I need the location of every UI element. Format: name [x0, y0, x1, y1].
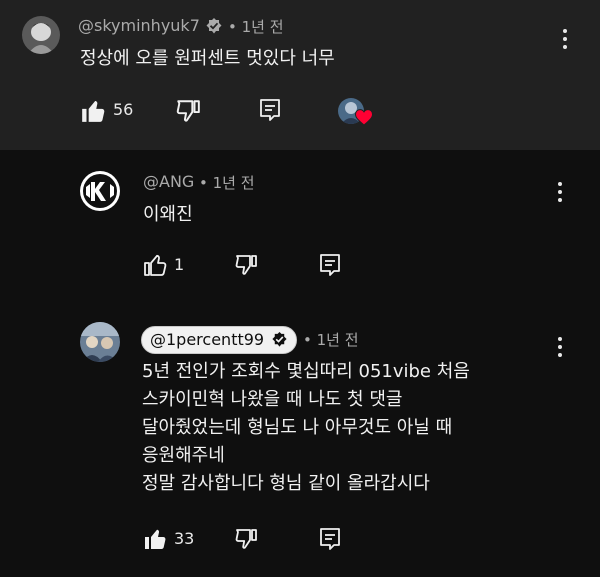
thumbs-up-icon[interactable] [80, 98, 106, 128]
thumbs-down-icon[interactable] [175, 98, 201, 128]
channel-owner-handle-badge[interactable]: @1percentt99 [141, 326, 298, 356]
comment-text: 정상에 오를 원퍼센트 멋있다 너무 [80, 48, 335, 69]
reply-icon[interactable] [318, 526, 342, 556]
reply-avatar[interactable] [80, 171, 120, 211]
more-vertical-icon[interactable] [558, 182, 562, 206]
reply-icon[interactable] [258, 97, 282, 127]
like-count: 33 [174, 529, 195, 548]
reply-text-line: 스카이민혁 나왔을 때 나도 첫 댓글 [142, 389, 403, 410]
verified-check-icon [205, 17, 223, 39]
reply-author-handle[interactable]: @ANG [143, 172, 194, 191]
like-count: 56 [113, 100, 134, 119]
reply-text-line: 달아줬었는데 형님도 나 아무것도 아닐 때 [142, 417, 453, 438]
reply-text: 이왜진 [143, 204, 193, 225]
comment-time-text: 1년 전 [241, 18, 284, 36]
reply-text-line: 정말 감사합니다 형님 같이 올라갑시다 [142, 473, 430, 494]
thumbs-down-icon[interactable] [234, 253, 258, 281]
verified-check-icon [271, 330, 288, 356]
reply-text: 5년 전인가 조회수 몇십따리 051vibe 처음 스카이민혁 나왔을 때 나… [142, 358, 562, 498]
reply-author-handle: @1percentt99 [150, 330, 265, 349]
reply-avatar[interactable] [80, 322, 120, 362]
thumbs-up-icon[interactable] [143, 253, 167, 281]
reply-timestamp: • 1년 전 [303, 331, 359, 349]
reply-text-line: 응원해주네 [142, 445, 225, 466]
thumbs-up-icon[interactable] [143, 527, 167, 555]
like-count: 1 [174, 255, 185, 274]
thumbs-down-icon[interactable] [234, 527, 258, 555]
reply-timestamp: • 1년 전 [199, 174, 255, 192]
comment-timestamp: • 1년 전 [228, 18, 284, 36]
creator-heart-icon [354, 109, 374, 130]
comment-author-handle[interactable]: @skyminhyuk7 [78, 16, 200, 35]
more-vertical-icon[interactable] [563, 29, 567, 53]
reply-time-text: 1년 전 [316, 331, 359, 349]
creator-heart-badge [338, 98, 374, 130]
reply-text-line: 5년 전인가 조회수 몇십따리 051vibe 처음 [142, 361, 470, 382]
reply-icon[interactable] [318, 252, 342, 282]
commenter-avatar[interactable] [22, 16, 60, 54]
reply-time-text: 1년 전 [212, 174, 255, 192]
